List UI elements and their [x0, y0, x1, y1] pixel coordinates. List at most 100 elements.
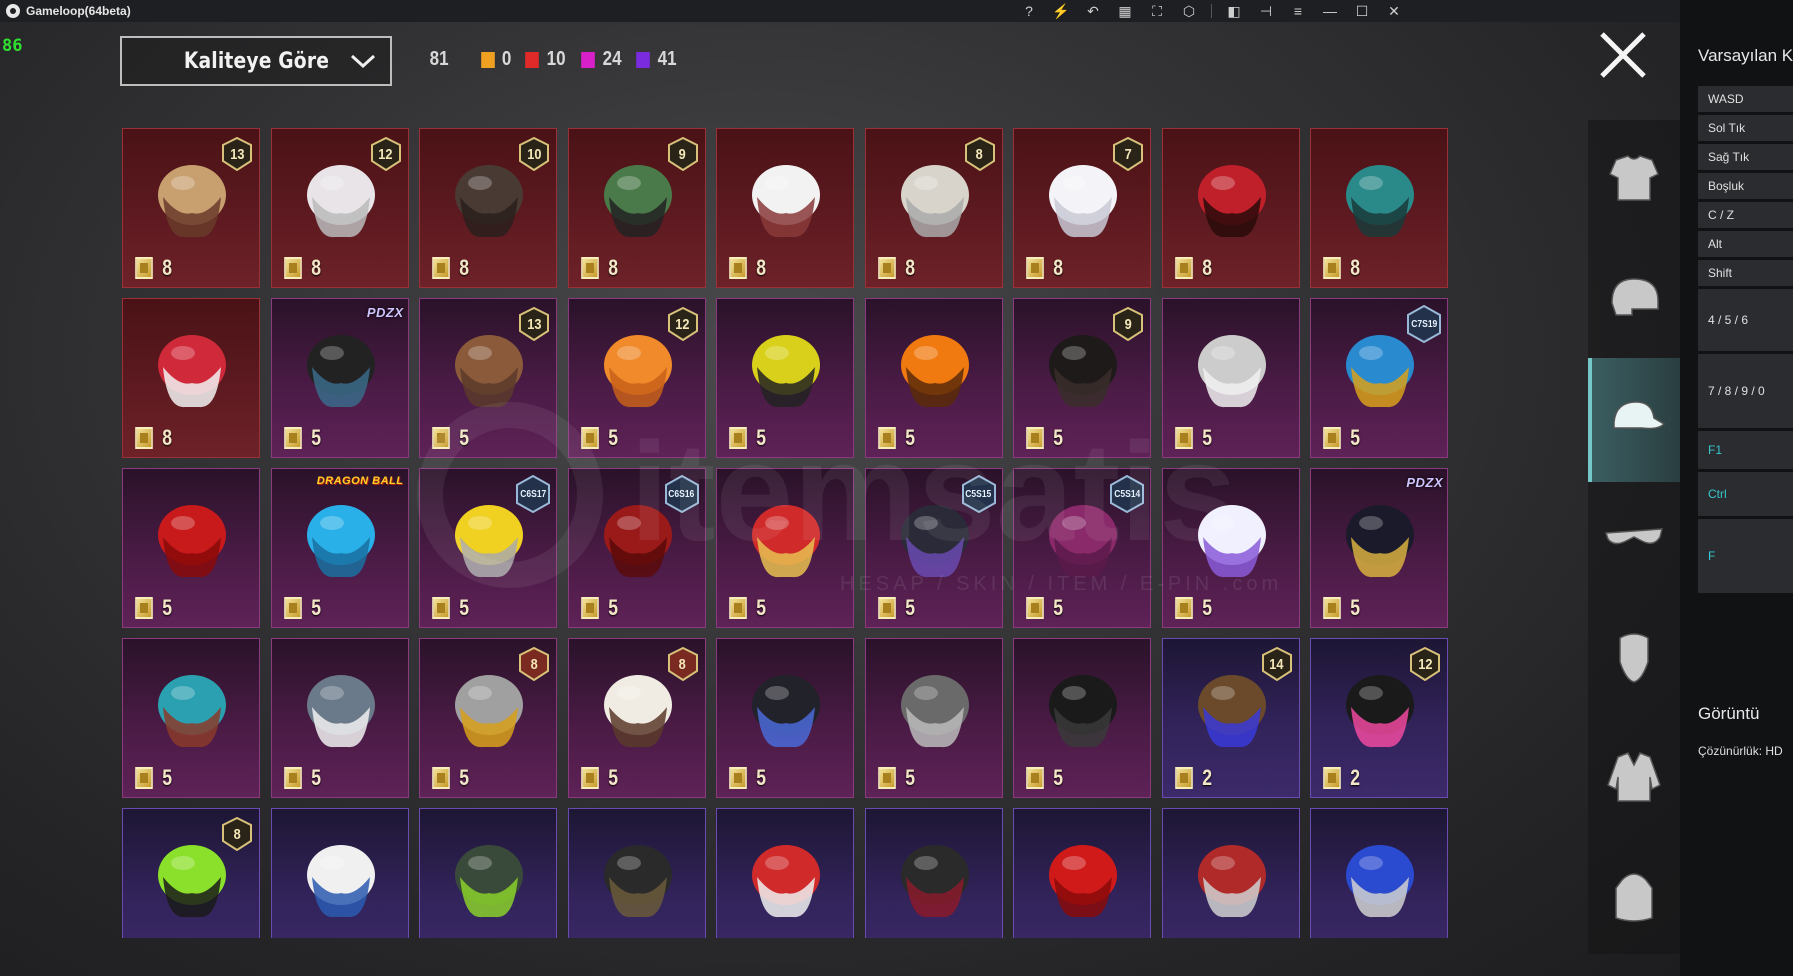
- keyboard-icon[interactable]: ▦: [1109, 0, 1141, 22]
- item-card-black-long-hair[interactable]: 59: [1013, 298, 1151, 458]
- tab-hat[interactable]: [1588, 358, 1680, 482]
- key-binding-row[interactable]: 4 / 5 / 6: [1698, 289, 1793, 351]
- item-card-fox-mask-helmet[interactable]: 8: [122, 298, 260, 458]
- tab-backpack[interactable]: [1588, 834, 1680, 958]
- item-card-gold-black-helmet[interactable]: 5 PDZX: [1310, 468, 1448, 628]
- item-price: 5: [1020, 425, 1064, 451]
- tab-helmet[interactable]: [1588, 239, 1680, 363]
- item-card-cat-ear-cap-long-hair[interactable]: 2 14: [1161, 638, 1300, 798]
- menu-icon[interactable]: ≡: [1282, 0, 1314, 22]
- tab-glasses[interactable]: [1588, 477, 1680, 601]
- item-card-white-long-ponytail[interactable]: 87: [1013, 128, 1151, 288]
- tab-mask[interactable]: [1588, 596, 1680, 720]
- item-card-unicorn-headphones[interactable]: 5: [1161, 468, 1300, 628]
- item-price: 8: [278, 255, 322, 281]
- item-card-black-baseball-cap[interactable]: 5 C5S15: [864, 468, 1003, 628]
- item-card-straw-hat-with-hair[interactable]: 8 13: [122, 128, 260, 288]
- level-badge-value: 9: [1124, 315, 1132, 333]
- key-binding-row[interactable]: Shift: [1698, 260, 1793, 286]
- level-badge: 8: [518, 647, 550, 681]
- item-card-dark-hooded-mask[interactable]: 5: [1013, 638, 1151, 798]
- tab-jacket[interactable]: [1588, 715, 1680, 839]
- tab-outfit[interactable]: [1588, 120, 1680, 244]
- fullscreen-icon[interactable]: ⛶: [1141, 0, 1173, 22]
- key-binding-row[interactable]: F: [1698, 519, 1793, 593]
- item-price: 8: [1169, 255, 1213, 281]
- item-card-yellow-wasp-helmet[interactable]: 5: [716, 298, 854, 458]
- item-card-white-cowboy-hat[interactable]: 8: [716, 128, 854, 288]
- item-card-red-long-hair[interactable]: 5: [122, 468, 260, 628]
- item-card-feathered-tribal-helmet[interactable]: 5 C7S19: [1310, 298, 1448, 458]
- key-binding-row[interactable]: Boşluk: [1698, 173, 1793, 199]
- item-card-dark-braided-hair[interactable]: 8 10: [419, 128, 557, 288]
- key-binding-row[interactable]: WASD: [1698, 86, 1793, 112]
- item-card-white-long-hair[interactable]: 8 12: [270, 128, 409, 288]
- item-card-red-bob-hair[interactable]: 5 C6S16: [567, 468, 706, 628]
- gold-diamond-icon: [432, 257, 450, 279]
- robot-tiki-mask-icon: [158, 675, 226, 748]
- key-binding-row[interactable]: Sağ Tık: [1698, 144, 1793, 170]
- item-card-white-blue-cap[interactable]: [270, 808, 409, 938]
- gold-diamond-icon: [283, 597, 302, 619]
- key-binding-row[interactable]: C / Z: [1698, 202, 1793, 228]
- item-card-white-fedora[interactable]: 58: [567, 638, 706, 798]
- undo-icon[interactable]: ↶: [1077, 0, 1109, 22]
- sort-dropdown[interactable]: Kaliteye Göre: [120, 36, 392, 86]
- wolf-mask-icon: [900, 675, 969, 748]
- season-badge: C6S16: [663, 475, 701, 513]
- item-price: 5: [426, 595, 470, 621]
- item-card-orange-twin-tail-hair[interactable]: 5 12: [567, 298, 706, 458]
- item-card-bucket-hat-helmet[interactable]: 58: [419, 638, 557, 798]
- item-price: 8: [723, 255, 767, 281]
- minimize-icon[interactable]: —: [1314, 0, 1346, 22]
- item-card-red-racing-helmet[interactable]: 8: [1161, 128, 1300, 288]
- sidebar-toggle-icon[interactable]: ◧: [1218, 0, 1250, 22]
- key-binding-row[interactable]: Ctrl: [1698, 472, 1793, 516]
- key-binding-row[interactable]: Sol Tık: [1698, 115, 1793, 141]
- item-card-red-mohawk[interactable]: [1013, 808, 1151, 938]
- level-badge-value: 13: [229, 145, 245, 163]
- item-card-zombie-head-mohawk[interactable]: 89: [567, 128, 706, 288]
- item-card-robot-tiki-mask[interactable]: 5: [122, 638, 260, 798]
- item-card-silver-winged-hair[interactable]: 88: [864, 128, 1003, 288]
- help-icon[interactable]: ?: [1013, 0, 1045, 22]
- maximize-icon[interactable]: ☐: [1346, 0, 1378, 22]
- item-card-green-skull-hood[interactable]: 8: [122, 808, 260, 938]
- item-card-shark-mask[interactable]: 5: [270, 638, 409, 798]
- yellow-wasp-helmet-icon: [752, 335, 820, 408]
- item-card-black-bucket-hat[interactable]: [864, 808, 1003, 938]
- level-badge: 14: [1261, 647, 1293, 681]
- item-card-bunny-ear-helmet[interactable]: 2 12: [1310, 638, 1448, 798]
- item-card-magenta-long-hair[interactable]: 5 C5S14: [1013, 468, 1151, 628]
- settings-cube-icon[interactable]: ⬡: [1173, 0, 1205, 22]
- item-card-wolf-mask[interactable]: 5: [864, 638, 1003, 798]
- item-card-goggles-aviator-cap[interactable]: 5 13: [419, 298, 557, 458]
- item-card-dragon-mask-helmet[interactable]: 5: [716, 468, 854, 628]
- item-card-pumpkin-head[interactable]: 5: [864, 298, 1003, 458]
- item-card-red-cricket-helmet[interactable]: [1161, 808, 1300, 938]
- season-badge-value: C7S19: [1410, 318, 1437, 330]
- close-icon[interactable]: [1596, 28, 1650, 82]
- item-card-red-white-cap[interactable]: [716, 808, 854, 938]
- gold-diamond-icon: [135, 257, 153, 279]
- item-card-blue-spiky-hair[interactable]: 5 DRAGON BALL: [270, 468, 409, 628]
- window-title-bar: Gameloop(64beta) ? ⚡ ↶ ▦ ⛶ ⬡ ◧ ⊣ ≡ — ☐ ✕: [0, 0, 1680, 22]
- item-card-yellow-visor-grey-hair[interactable]: 5 C6S17: [419, 468, 557, 628]
- item-card-blue-cricket-helmet[interactable]: [1310, 808, 1448, 938]
- item-card-teal-dragon-helmet[interactable]: 8: [1310, 128, 1448, 288]
- item-card-silver-short-hair[interactable]: 5: [1161, 298, 1300, 458]
- item-card-black-twin-bun-hair[interactable]: 5 PDZX: [270, 298, 409, 458]
- key-binding-row[interactable]: 7 / 8 / 9 / 0: [1698, 354, 1793, 428]
- key-binding-row[interactable]: F1: [1698, 431, 1793, 469]
- item-price-value: 8: [904, 255, 915, 280]
- item-card-black-full-helmet[interactable]: 5: [716, 638, 854, 798]
- key-binding-row[interactable]: Alt: [1698, 231, 1793, 257]
- level-badge-value: 7: [1124, 145, 1132, 163]
- blue-spiky-hair-icon: [306, 505, 375, 578]
- item-card-green-gas-mask-helmet[interactable]: [419, 808, 557, 938]
- boost-icon[interactable]: ⚡: [1045, 0, 1077, 22]
- item-card-black-motor-helmet[interactable]: [567, 808, 706, 938]
- item-price-value: 5: [607, 765, 618, 790]
- close-window-icon[interactable]: ✕: [1378, 0, 1410, 22]
- pin-icon[interactable]: ⊣: [1250, 0, 1282, 22]
